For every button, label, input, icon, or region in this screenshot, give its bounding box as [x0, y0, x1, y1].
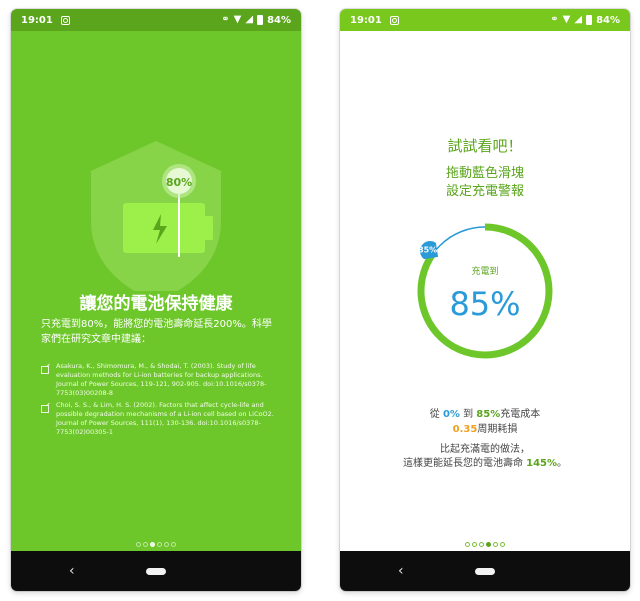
page-indicator: [11, 542, 301, 547]
cost-from: 從: [429, 409, 440, 420]
cycle-suffix: 周期耗損: [477, 424, 518, 435]
limit-badge-text: 80%: [166, 176, 192, 189]
intro-text: 只充電到80%，能將您的電池壽命延長200%。科學家們在研究文章中建議：: [41, 319, 272, 345]
page-dot: [164, 542, 169, 547]
charge-limit-gauge[interactable]: 充電到 85% 85%: [340, 211, 630, 371]
reference-text: Asakura, K., Shimomura, M., & Shodai, T.…: [56, 362, 267, 397]
page-dot: [143, 542, 148, 547]
home-button[interactable]: [146, 567, 166, 575]
page-dot: [136, 542, 141, 547]
status-time: 19:01: [21, 14, 53, 26]
home-button[interactable]: [475, 567, 495, 575]
page-dot: [500, 542, 505, 547]
cost-suffix: 充電成本: [500, 409, 541, 420]
signal-icon: ◢: [245, 14, 254, 25]
compare-line-2: 這樣更能延長您的電池壽命 145%。: [340, 454, 630, 469]
reference-link-1[interactable]: Asakura, K., Shimomura, M., & Shodai, T.…: [41, 362, 276, 398]
instruction-line-1: 拖動藍色滑塊: [445, 166, 524, 181]
page-dot-active: [486, 542, 491, 547]
compare-text: 這樣更能延長您的電池壽命: [402, 458, 523, 469]
cost-end: 85%: [476, 409, 501, 420]
reference-text: Choi, S. S., & Lim, H. S. (2002). Factor…: [56, 401, 274, 436]
battery-shield-illustration: 80%: [91, 141, 221, 291]
instagram-icon: [60, 15, 70, 25]
link-icon: ⚭: [221, 14, 230, 25]
external-link-icon: [41, 405, 49, 413]
signal-icon: ◢: [574, 14, 583, 25]
battery-percent: 84%: [267, 14, 291, 26]
page-dot: [465, 542, 470, 547]
status-icons: ⚭ ▼ ◢ 84%: [221, 15, 291, 26]
status-bar: 19:01 ⚭ ▼ ◢ 84%: [11, 9, 301, 31]
phone-screen-left: 19:01 ⚭ ▼ ◢ 84% 80% 讓您的電池保持健康 只充電到80%，能將…: [11, 9, 301, 591]
reference-link-2[interactable]: Choi, S. S., & Lim, H. S. (2002). Factor…: [41, 401, 276, 437]
wifi-icon: ▼: [233, 14, 242, 25]
battery-icon: [586, 15, 593, 25]
navigation-bar: ‹: [340, 551, 630, 591]
page-dot: [493, 542, 498, 547]
back-icon[interactable]: ‹: [398, 563, 404, 579]
try-title: 試試看吧！: [447, 137, 523, 155]
instruction-line-2: 設定充電警報: [445, 184, 524, 199]
gauge-label: 充電到: [471, 265, 498, 277]
blue-slider-handle[interactable]: 85%: [418, 240, 439, 260]
battery-icon: [257, 15, 264, 25]
external-link-icon: [41, 366, 49, 374]
navigation-bar: ‹: [11, 551, 301, 591]
cost-to: 到: [463, 409, 474, 420]
onboarding-try-it[interactable]: 試試看吧！ 拖動藍色滑塊 設定充電警報 充電到 85% 85% 從 0% 到 8…: [340, 31, 630, 551]
cycle-value: 0.35: [452, 424, 478, 435]
wifi-icon: ▼: [562, 14, 571, 25]
gauge-value: 85%: [449, 285, 520, 323]
instagram-icon: [389, 15, 399, 25]
status-icons: ⚭ ▼ ◢ 84%: [550, 15, 620, 26]
page-dot: [157, 542, 162, 547]
page-indicator: [340, 542, 630, 547]
cycle-wear-line: 0.35周期耗損: [340, 420, 630, 435]
cost-start: 0%: [442, 409, 460, 420]
page-title: 讓您的電池保持健康: [79, 294, 233, 314]
page-dot: [479, 542, 484, 547]
page-dot: [472, 542, 477, 547]
compare-line-1: 比起充滿電的做法，: [440, 444, 530, 455]
link-icon: ⚭: [550, 14, 559, 25]
battery-percent: 84%: [596, 14, 620, 26]
page-dot: [171, 542, 176, 547]
page-dot-active: [150, 542, 155, 547]
compare-tail: 。: [557, 458, 568, 469]
status-bar: 19:01 ⚭ ▼ ◢ 84%: [340, 9, 630, 31]
back-icon[interactable]: ‹: [69, 563, 75, 579]
lifespan-gain: 145%: [526, 458, 558, 469]
onboarding-battery-health[interactable]: 80% 讓您的電池保持健康 只充電到80%，能將您的電池壽命延長200%。科學家…: [11, 31, 301, 551]
phone-screen-right: 19:01 ⚭ ▼ ◢ 84% 試試看吧！ 拖動藍色滑塊 設定充電警報 充電到 …: [340, 9, 630, 591]
charge-cost-line: 從 0% 到 85%充電成本: [340, 405, 630, 420]
status-time: 19:01: [350, 14, 382, 26]
slider-handle-text: 85%: [418, 245, 437, 254]
